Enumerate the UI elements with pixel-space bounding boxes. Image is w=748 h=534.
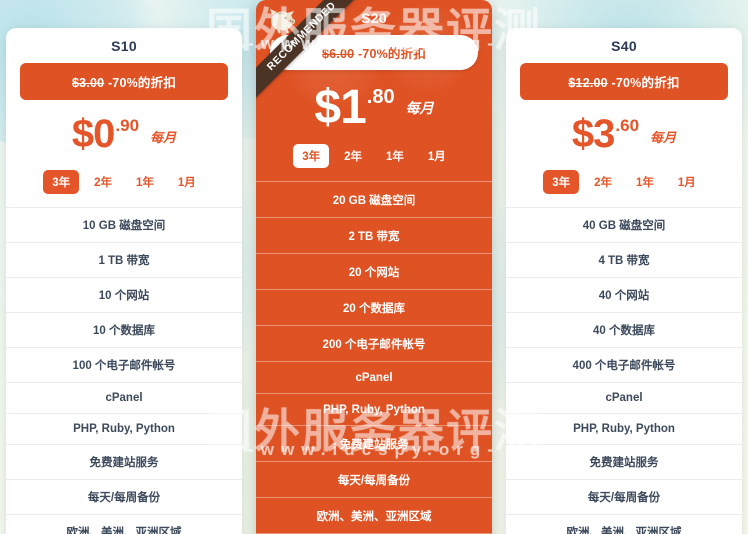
feature-item: 20 个数据库 xyxy=(256,289,492,325)
feature-item: 100 个电子邮件帐号 xyxy=(6,347,242,382)
feature-item: 欧洲、美洲、亚洲区域 xyxy=(6,514,242,534)
price-cents: .80 xyxy=(366,86,395,108)
price-cents: .90 xyxy=(115,116,140,135)
old-price: $6.00 xyxy=(321,47,355,61)
feature-item: cPanel xyxy=(256,361,492,393)
price-period-label: 每月 xyxy=(150,129,177,145)
feature-item: 40 GB 磁盘空间 xyxy=(506,207,742,242)
card-header: S40 $12.00 -70%的折扣 $3.60 每月 3年 2年 1年 1月 xyxy=(506,28,742,207)
feature-item: 200 个电子邮件帐号 xyxy=(256,325,492,361)
feature-item: 1 TB 带宽 xyxy=(6,242,242,277)
feature-item: 400 个电子邮件帐号 xyxy=(506,347,742,382)
price-row: $3.60 每月 xyxy=(520,114,728,158)
price-cents: .60 xyxy=(615,116,640,135)
term-option-1年[interactable]: 1年 xyxy=(127,170,163,194)
price-dollars: $3 xyxy=(571,112,615,156)
term-option-2年[interactable]: 2年 xyxy=(335,144,371,168)
term-option-1年[interactable]: 1年 xyxy=(377,144,413,168)
feature-item: 10 GB 磁盘空间 xyxy=(6,207,242,242)
discount-text: -70%的折扣 xyxy=(357,47,427,61)
feature-item: PHP, Ruby, Python xyxy=(506,413,742,444)
plan-title: S20 xyxy=(361,10,387,26)
feature-item: 10 个数据库 xyxy=(6,312,242,347)
feature-item: 2 TB 带宽 xyxy=(256,217,492,253)
feature-item: 每天/每周备份 xyxy=(506,479,742,514)
pricing-card-s10: S10 $3.00 -70%的折扣 $0.90 每月 3年 2年 1年 1月 10 GB 磁盘空… xyxy=(6,28,242,534)
discount-badge: $3.00 -70%的折扣 xyxy=(20,63,228,100)
term-option-1月[interactable]: 1月 xyxy=(669,170,705,194)
feature-item: PHP, Ruby, Python xyxy=(6,413,242,444)
price-row: $1.80 每月 xyxy=(270,84,478,132)
pricing-plans-container: S10 $3.00 -70%的折扣 $0.90 每月 3年 2年 1年 1月 10 GB 磁盘空… xyxy=(0,0,748,534)
feature-item: cPanel xyxy=(6,382,242,413)
feature-item: 4 TB 带宽 xyxy=(506,242,742,277)
feature-item: 10 个网站 xyxy=(6,277,242,312)
price-dollars: $0 xyxy=(71,112,115,156)
feature-item: 20 个网站 xyxy=(256,253,492,289)
card-header: S10 $3.00 -70%的折扣 $0.90 每月 3年 2年 1年 1月 xyxy=(6,28,242,207)
term-option-2年[interactable]: 2年 xyxy=(85,170,121,194)
old-price: $3.00 xyxy=(71,76,105,90)
plan-title: S10 xyxy=(111,38,137,54)
feature-item: 免费建站服务 xyxy=(256,425,492,461)
term-option-3年[interactable]: 3年 xyxy=(543,170,580,194)
price-period-label: 每月 xyxy=(405,100,434,116)
pricing-card-s20: RECOMMENDED S20 $6.00 -70%的折扣 $1.80 每月 3年 2年 1年… xyxy=(256,0,492,534)
term-option-3年[interactable]: 3年 xyxy=(293,144,330,168)
pricing-card-s40: S40 $12.00 -70%的折扣 $3.60 每月 3年 2年 1年 1月 40 GB 磁盘… xyxy=(506,28,742,534)
feature-item: 每天/每周备份 xyxy=(6,479,242,514)
feature-item: 欧洲、美洲、亚洲区域 xyxy=(256,497,492,533)
feature-item: 免费建站服务 xyxy=(506,444,742,479)
discount-badge: $6.00 -70%的折扣 xyxy=(270,35,478,70)
feature-list: 40 GB 磁盘空间 4 TB 带宽 40 个网站 40 个数据库 400 个电子邮件帐… xyxy=(506,207,742,534)
term-selector: 3年 2年 1年 1月 xyxy=(270,144,478,168)
feature-list: 20 GB 磁盘空间 2 TB 带宽 20 个网站 20 个数据库 200 个电子邮件帐… xyxy=(256,181,492,534)
term-option-1年[interactable]: 1年 xyxy=(627,170,663,194)
price-row: $0.90 每月 xyxy=(20,114,228,158)
feature-item: 40 个网站 xyxy=(506,277,742,312)
term-option-1月[interactable]: 1月 xyxy=(169,170,205,194)
term-selector: 3年 2年 1年 1月 xyxy=(20,170,228,194)
feature-list: 10 GB 磁盘空间 1 TB 带宽 10 个网站 10 个数据库 100 个电子邮件帐… xyxy=(6,207,242,534)
feature-item: PHP, Ruby, Python xyxy=(256,393,492,425)
feature-item: 每天/每周备份 xyxy=(256,461,492,497)
price-period-label: 每月 xyxy=(650,129,677,145)
feature-item: 40 个数据库 xyxy=(506,312,742,347)
discount-text: -70%的折扣 xyxy=(107,76,177,90)
feature-item: 免费建站服务 xyxy=(6,444,242,479)
discount-badge: $12.00 -70%的折扣 xyxy=(520,63,728,100)
feature-item: cPanel xyxy=(506,382,742,413)
old-price: $12.00 xyxy=(568,76,608,90)
discount-text: -70%的折扣 xyxy=(611,76,680,90)
plan-title: S40 xyxy=(611,38,637,54)
feature-item: 欧洲、美洲、亚洲区域 xyxy=(506,514,742,534)
term-option-3年[interactable]: 3年 xyxy=(43,170,80,194)
term-option-2年[interactable]: 2年 xyxy=(585,170,621,194)
card-header: S20 $6.00 -70%的折扣 $1.80 每月 3年 2年 1年 1月 xyxy=(256,0,492,181)
price-dollars: $1 xyxy=(314,81,366,134)
feature-item: 20 GB 磁盘空间 xyxy=(256,181,492,217)
term-selector: 3年 2年 1年 1月 xyxy=(520,170,728,194)
term-option-1月[interactable]: 1月 xyxy=(419,144,455,168)
